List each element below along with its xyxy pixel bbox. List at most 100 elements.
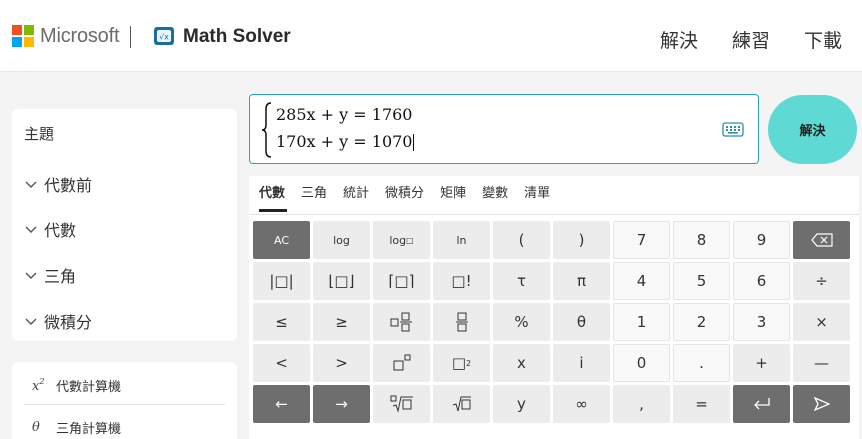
key-x[interactable]: x bbox=[493, 344, 550, 382]
chevron-down-icon bbox=[25, 226, 37, 233]
brand-name[interactable]: Microsoft bbox=[40, 25, 120, 48]
enter-icon bbox=[753, 398, 770, 410]
key-left-paren[interactable]: ( bbox=[493, 221, 550, 259]
tab-trigonometry[interactable]: 三角 bbox=[301, 186, 335, 212]
theta-icon: θ bbox=[32, 420, 40, 435]
key-greater-than[interactable]: > bbox=[313, 344, 370, 382]
microsoft-logo-icon[interactable] bbox=[12, 25, 34, 47]
key-i[interactable]: i bbox=[553, 344, 610, 382]
key-0[interactable]: 0 bbox=[613, 344, 670, 382]
key-factorial[interactable]: □! bbox=[433, 262, 490, 300]
chevron-down-icon bbox=[25, 181, 37, 188]
key-ceil[interactable]: ⌈□⌉ bbox=[373, 262, 430, 300]
chevron-down-icon bbox=[25, 318, 37, 325]
key-comma[interactable]: , bbox=[613, 385, 670, 423]
key-send[interactable] bbox=[793, 385, 850, 423]
key-5[interactable]: 5 bbox=[673, 262, 730, 300]
key-enter[interactable] bbox=[733, 385, 790, 423]
math-solver-logo-icon[interactable]: √x bbox=[152, 25, 176, 47]
key-infinity[interactable]: ∞ bbox=[553, 385, 610, 423]
key-fraction[interactable] bbox=[433, 303, 490, 341]
mixed-fraction-icon bbox=[390, 312, 412, 332]
nav-practice[interactable]: 練習 bbox=[732, 26, 770, 53]
key-6[interactable]: 6 bbox=[733, 262, 790, 300]
key-equals[interactable]: = bbox=[673, 385, 730, 423]
math-input[interactable]: 285x + y = 1760 170x + y = 1070 bbox=[249, 94, 759, 164]
key-right-paren[interactable]: ) bbox=[553, 221, 610, 259]
calculator-label: 代數計算機 bbox=[56, 379, 122, 394]
topic-calculus[interactable]: 微積分 bbox=[24, 309, 92, 333]
key-4[interactable]: 4 bbox=[613, 262, 670, 300]
equation-line-1[interactable]: 285x + y = 1760 bbox=[276, 105, 412, 124]
key-multiply[interactable]: × bbox=[793, 303, 850, 341]
key-1[interactable]: 1 bbox=[613, 303, 670, 341]
key-ac[interactable]: AC bbox=[253, 221, 310, 259]
keyboard-icon[interactable] bbox=[722, 122, 744, 137]
chevron-down-icon bbox=[25, 272, 37, 279]
key-divide[interactable]: ÷ bbox=[793, 262, 850, 300]
key-2[interactable]: 2 bbox=[673, 303, 730, 341]
topic-algebra[interactable]: 代數 bbox=[24, 217, 76, 241]
key-decimal[interactable]: . bbox=[673, 344, 730, 382]
solve-button[interactable]: 解決 bbox=[768, 95, 857, 164]
box-placeholder-icon: □ bbox=[451, 354, 467, 372]
key-less-equal[interactable]: ≤ bbox=[253, 303, 310, 341]
calculator-list: x2 代數計算機 θ 三角計算機 bbox=[12, 362, 237, 439]
tab-variables[interactable]: 變數 bbox=[482, 186, 516, 212]
keypad-grid: AC log log □ ln ( ) 7 8 9 |□| ⌊□⌋ ⌈□⌉ □! … bbox=[253, 221, 850, 423]
key-cursor-right[interactable]: → bbox=[313, 385, 370, 423]
equation-line-2[interactable]: 170x + y = 1070 bbox=[276, 132, 415, 151]
key-9[interactable]: 9 bbox=[733, 221, 790, 259]
top-nav: 解決 練習 下載 bbox=[660, 26, 842, 53]
key-7[interactable]: 7 bbox=[613, 221, 670, 259]
topic-label: 代數前 bbox=[44, 178, 93, 195]
nav-download[interactable]: 下載 bbox=[804, 26, 842, 53]
key-greater-equal[interactable]: ≥ bbox=[313, 303, 370, 341]
key-percent[interactable]: % bbox=[493, 303, 550, 341]
key-y[interactable]: y bbox=[493, 385, 550, 423]
backspace-icon bbox=[810, 233, 833, 247]
key-3[interactable]: 3 bbox=[733, 303, 790, 341]
key-8[interactable]: 8 bbox=[673, 221, 730, 259]
tab-algebra[interactable]: 代數 bbox=[259, 186, 293, 212]
key-plus[interactable]: + bbox=[733, 344, 790, 382]
key-ln[interactable]: ln bbox=[433, 221, 490, 259]
key-floor[interactable]: ⌊□⌋ bbox=[313, 262, 370, 300]
tab-matrix[interactable]: 矩陣 bbox=[440, 186, 474, 212]
key-cursor-left[interactable]: ← bbox=[253, 385, 310, 423]
key-abs[interactable]: |□| bbox=[253, 262, 310, 300]
tab-list[interactable]: 清單 bbox=[524, 186, 558, 212]
nav-solve[interactable]: 解決 bbox=[660, 26, 698, 53]
key-log-base-label: log bbox=[389, 233, 407, 247]
key-less-than[interactable]: < bbox=[253, 344, 310, 382]
key-square[interactable]: □ 2 bbox=[433, 344, 490, 382]
topic-pre-algebra[interactable]: 代數前 bbox=[24, 172, 92, 196]
key-log-base[interactable]: log □ bbox=[373, 221, 430, 259]
divider bbox=[24, 404, 225, 405]
algebra-calculator-link[interactable]: x2 代數計算機 bbox=[32, 376, 121, 395]
key-log[interactable]: log bbox=[313, 221, 370, 259]
topic-label: 代數 bbox=[44, 223, 77, 240]
topic-trigonometry[interactable]: 三角 bbox=[24, 263, 76, 287]
key-mixed-fraction[interactable] bbox=[373, 303, 430, 341]
exponent-two: 2 bbox=[466, 358, 472, 368]
square-root-icon bbox=[452, 396, 471, 412]
key-tau[interactable]: τ bbox=[493, 262, 550, 300]
power-icon bbox=[393, 354, 410, 371]
trig-calculator-link[interactable]: θ 三角計算機 bbox=[32, 418, 121, 437]
key-sqrt[interactable] bbox=[433, 385, 490, 423]
brand-divider bbox=[130, 26, 131, 48]
key-minus[interactable]: — bbox=[793, 344, 850, 382]
key-pi[interactable]: π bbox=[553, 262, 610, 300]
text-caret bbox=[413, 134, 415, 151]
topics-panel: 主題 代數前 代數 三角 微積分 bbox=[12, 109, 237, 341]
tab-statistics[interactable]: 統計 bbox=[343, 186, 377, 212]
product-name[interactable]: Math Solver bbox=[183, 26, 291, 48]
key-theta[interactable]: θ bbox=[553, 303, 610, 341]
equation-line-2-text: 170x + y = 1070 bbox=[276, 132, 413, 151]
key-backspace[interactable] bbox=[793, 221, 850, 259]
header: Microsoft √x Math Solver 解決 練習 下載 bbox=[0, 0, 862, 72]
key-power[interactable] bbox=[373, 344, 430, 382]
key-nth-root[interactable] bbox=[373, 385, 430, 423]
tab-calculus[interactable]: 微積分 bbox=[385, 186, 432, 212]
